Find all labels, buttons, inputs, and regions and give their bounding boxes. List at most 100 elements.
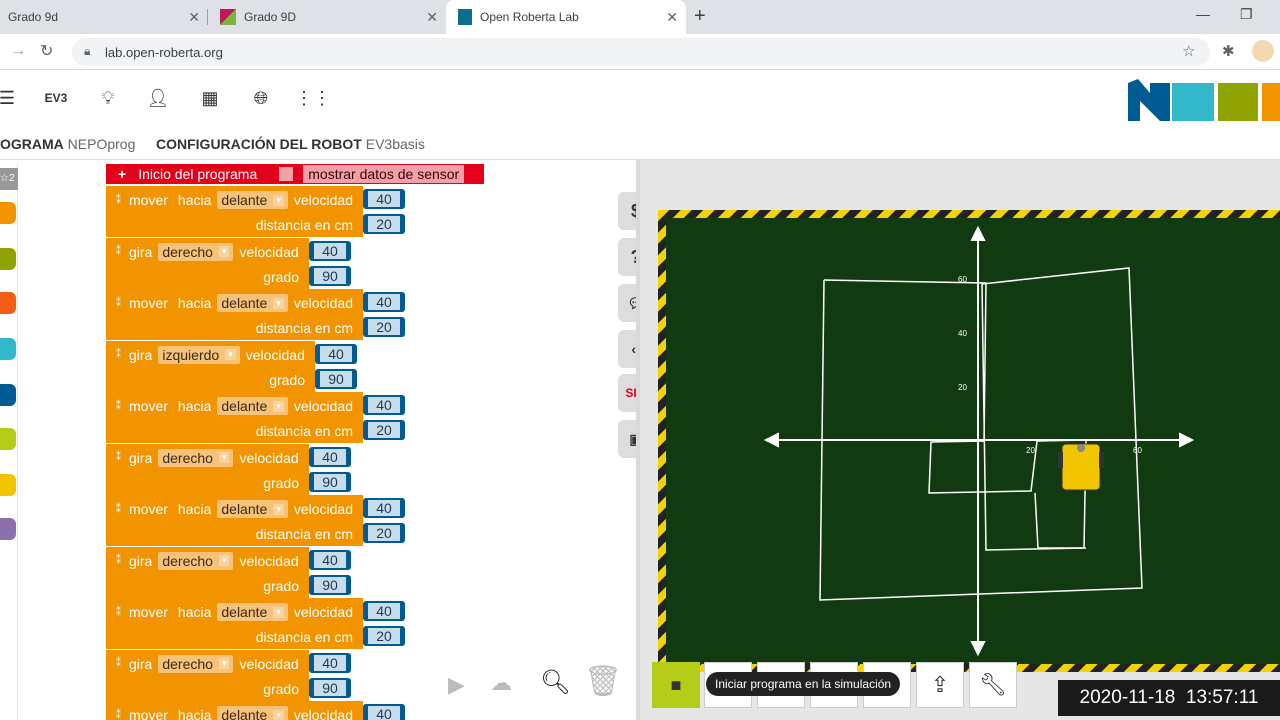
toolbox-category[interactable] (0, 474, 16, 496)
drag-handle-icon[interactable]: ⁑ (116, 298, 121, 309)
turn-block[interactable]: ⁑ gira derecho velocidad 40 grado 90 (106, 546, 351, 598)
comment-icon[interactable]: 💬︎ (618, 284, 636, 322)
tab-program[interactable]: OGRAMA NEPOprog (0, 136, 135, 152)
direction-dropdown[interactable]: delante (217, 706, 288, 720)
toolbox-category[interactable] (0, 202, 16, 224)
browser-tab-active[interactable]: Open Roberta Lab ✕ (446, 0, 686, 34)
speed-input[interactable]: 40 (309, 652, 351, 673)
add-icon[interactable]: + (118, 166, 126, 182)
run-icon[interactable]: ▶ (448, 672, 465, 698)
drive-block[interactable]: ⁑ mover hacia delante velocidad 40 distancia e… (106, 598, 405, 649)
param-input[interactable]: 20 (363, 420, 405, 440)
help-button[interactable]: ? (618, 238, 636, 276)
apps-grid-icon[interactable]: ⋮⋮ (295, 83, 331, 113)
param-input[interactable]: 90 (309, 677, 351, 698)
browser-tab[interactable]: Grado 9d ✕ (0, 0, 208, 34)
close-tab-icon[interactable]: ✕ (188, 9, 200, 26)
param-input[interactable]: 90 (309, 265, 351, 286)
param-input[interactable]: 20 (363, 626, 405, 646)
browser-tab[interactable]: Grado 9D ✕ (210, 0, 446, 34)
robot-connect-icon[interactable]: ▣ (618, 420, 636, 458)
direction-dropdown[interactable]: derecho (158, 654, 234, 673)
speed-input[interactable]: 40 (315, 343, 357, 364)
speed-input[interactable]: 40 (363, 704, 405, 720)
turn-block[interactable]: ⁑ gira derecho velocidad 40 grado 90 (106, 443, 351, 495)
sim-settings-button[interactable]: 🔧︎ (969, 662, 1017, 708)
speed-input[interactable]: 40 (363, 189, 405, 209)
cloud-upload-icon[interactable]: ☁ (490, 670, 512, 696)
drive-block[interactable]: ⁑ mover hacia delante velocidad 40 distancia e… (106, 289, 405, 340)
program-start-block[interactable]: + Inicio del programa mostrar datos de s… (106, 164, 484, 184)
speed-input[interactable]: 40 (363, 292, 405, 312)
direction-dropdown[interactable]: delante (217, 603, 288, 621)
direction-dropdown[interactable]: delante (217, 500, 288, 518)
drive-block[interactable]: ⁑ mover hacia delante velocidad 40 (106, 701, 405, 720)
drive-block[interactable]: ⁑ mover hacia delante velocidad 40 distancia e… (106, 392, 405, 443)
param-input[interactable]: 20 (363, 523, 405, 543)
sensor-checkbox[interactable] (279, 167, 294, 181)
drag-handle-icon[interactable]: ⁑ (116, 658, 121, 669)
new-tab-button[interactable]: + (694, 5, 706, 28)
simulation-button[interactable]: SIM (618, 374, 636, 412)
drag-handle-icon[interactable]: ⁑ (116, 349, 121, 360)
language-globe-icon[interactable]: 🌐︎ (246, 83, 276, 113)
param-input[interactable]: 20 (363, 214, 405, 234)
robot[interactable] (1058, 443, 1104, 491)
param-input[interactable]: 90 (309, 574, 351, 595)
direction-dropdown[interactable]: delante (217, 191, 288, 209)
param-input[interactable]: 90 (309, 471, 351, 492)
restore-icon[interactable]: ❐ (1240, 6, 1253, 23)
drive-block[interactable]: ⁑ mover hacia delante velocidad 40 distancia e… (106, 495, 405, 546)
start-simulation-button[interactable]: ■ (652, 662, 700, 708)
forward-icon[interactable]: → (10, 42, 26, 60)
extensions-icon[interactable]: ✱ (1222, 42, 1235, 60)
drive-block[interactable]: ⁑ mover hacia delante velocidad 40 distancia e… (106, 186, 405, 237)
speed-input[interactable]: 40 (309, 240, 351, 261)
lightbulb-icon[interactable]: 💡︎ (93, 83, 123, 113)
toolbox-category[interactable] (0, 518, 16, 540)
param-input[interactable]: 90 (315, 368, 357, 389)
toolbox-level-badge[interactable]: ☆2 (0, 168, 18, 190)
code-toggle-icon[interactable]: ‹› (618, 330, 636, 368)
drag-handle-icon[interactable]: ⁑ (116, 607, 121, 618)
close-tab-icon[interactable]: ✕ (426, 9, 438, 26)
toolbox-category[interactable] (0, 384, 16, 406)
show-code-button[interactable]: $ (618, 192, 636, 230)
toolbox-category[interactable] (0, 428, 16, 450)
trash-icon[interactable]: 🗑︎ (584, 664, 622, 699)
drag-handle-icon[interactable]: ⁑ (116, 452, 121, 463)
speed-input[interactable]: 40 (363, 395, 405, 415)
drag-handle-icon[interactable]: ⁑ (116, 195, 121, 206)
speed-input[interactable]: 40 (309, 549, 351, 570)
program-workspace[interactable]: + Inicio del programa mostrar datos de s… (18, 164, 636, 720)
drag-handle-icon[interactable]: ⁑ (116, 401, 121, 412)
speed-input[interactable]: 40 (363, 498, 405, 518)
gallery-icon[interactable]: ▦ (195, 83, 225, 113)
zoom-icon[interactable]: 🔍︎ (540, 668, 570, 697)
menu-icon[interactable]: ☰ (0, 83, 22, 113)
direction-dropdown[interactable]: izquierdo (158, 345, 240, 364)
turn-block[interactable]: ⁑ gira derecho velocidad 40 grado 90 (106, 237, 351, 289)
drag-handle-icon[interactable]: ⁑ (116, 246, 121, 257)
speed-input[interactable]: 40 (363, 601, 405, 621)
drag-handle-icon[interactable]: ⁑ (116, 555, 121, 566)
direction-dropdown[interactable]: delante (217, 294, 288, 312)
minimize-icon[interactable]: — (1196, 6, 1210, 22)
turn-block[interactable]: ⁑ gira derecho velocidad 40 grado 90 (106, 649, 351, 701)
reload-icon[interactable]: ↻ (40, 41, 53, 61)
drag-handle-icon[interactable]: ⁑ (116, 710, 121, 720)
toolbox-category[interactable] (0, 338, 16, 360)
turn-block[interactable]: ⁑ gira izquierdo velocidad 40 grado 90 (106, 340, 357, 392)
direction-dropdown[interactable]: delante (217, 397, 288, 415)
toolbox-category[interactable] (0, 248, 16, 270)
profile-avatar[interactable] (1252, 40, 1274, 62)
param-input[interactable]: 20 (363, 317, 405, 337)
direction-dropdown[interactable]: derecho (158, 242, 234, 261)
direction-dropdown[interactable]: derecho (158, 551, 234, 570)
tab-robot-config[interactable]: CONFIGURACIÓN DEL ROBOT EV3basis (156, 136, 425, 152)
sim-ground[interactable]: 60 40 20 20 60 (666, 218, 1280, 664)
robot-selector[interactable]: EV3 (40, 83, 72, 113)
omnibox[interactable]: 🔒︎ lab.open-roberta.org ☆ (72, 38, 1210, 66)
close-tab-icon[interactable]: ✕ (666, 9, 678, 26)
sim-import-button[interactable]: ⇪ (916, 662, 964, 708)
